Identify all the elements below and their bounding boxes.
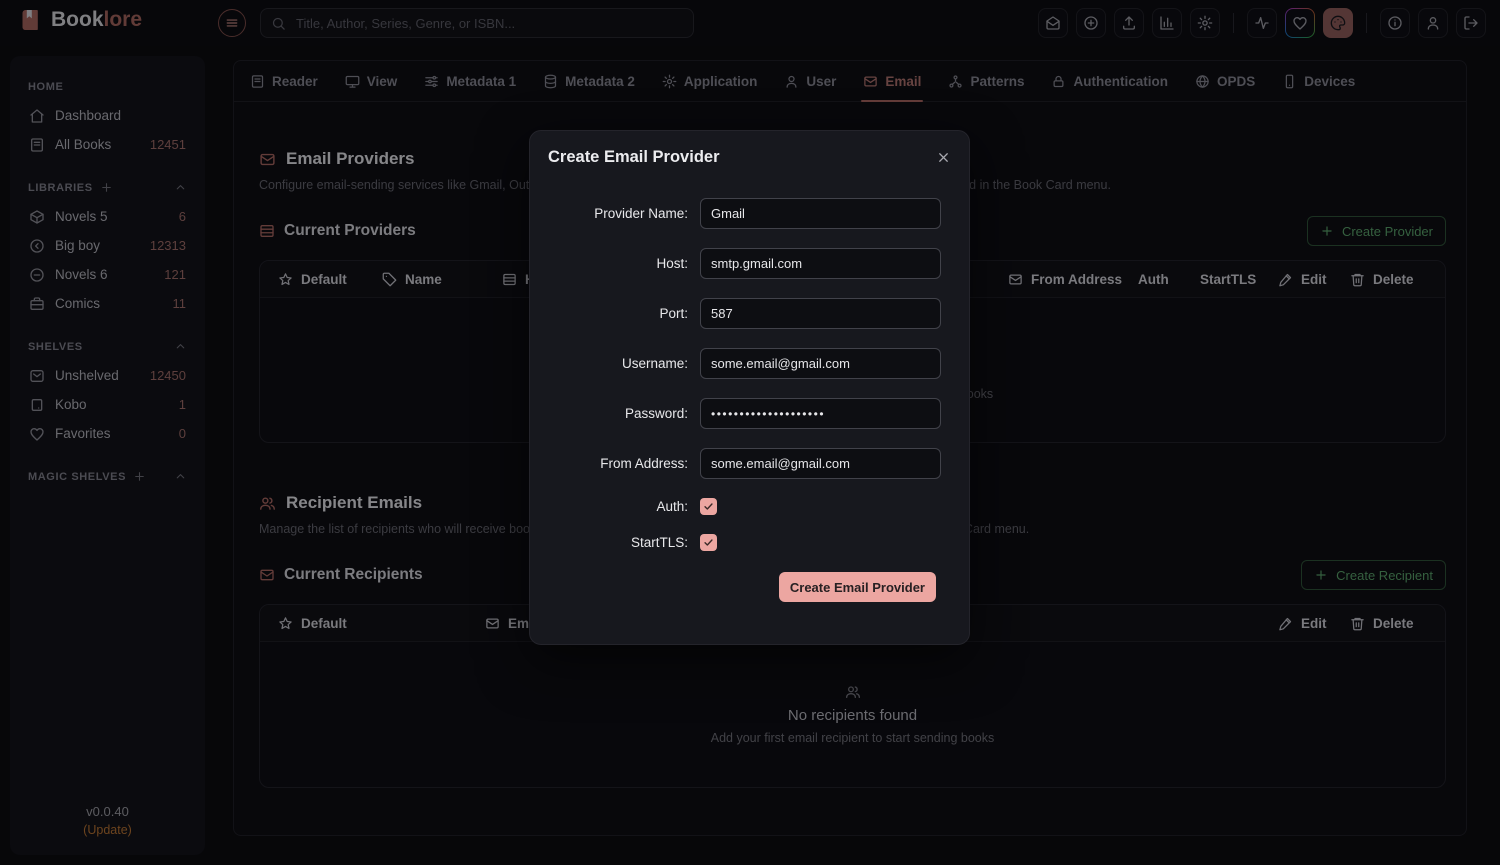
host-input[interactable] <box>700 248 941 279</box>
field-row-username: Username: <box>546 348 953 379</box>
field-label: Auth: <box>546 499 700 514</box>
field-label: Username: <box>546 356 700 371</box>
check-icon <box>703 501 714 512</box>
starttls-checkbox[interactable] <box>700 534 717 551</box>
provider-name-input[interactable] <box>700 198 941 229</box>
field-label: Password: <box>546 406 700 421</box>
field-row-password: Password: <box>546 398 953 429</box>
field-row-host: Host: <box>546 248 953 279</box>
field-label: Provider Name: <box>546 206 700 221</box>
field-row-starttls: StartTLS: <box>546 534 953 551</box>
field-label: Host: <box>546 256 700 271</box>
field-row-provider-name: Provider Name: <box>546 198 953 229</box>
field-label: From Address: <box>546 456 700 471</box>
from-address-input[interactable] <box>700 448 941 479</box>
create-email-provider-modal: Create Email Provider Provider Name: Host… <box>529 130 970 645</box>
field-row-auth: Auth: <box>546 498 953 515</box>
close-icon <box>936 150 951 165</box>
modal-title: Create Email Provider <box>548 148 720 167</box>
port-input[interactable] <box>700 298 941 329</box>
create-email-provider-submit-button[interactable]: Create Email Provider <box>779 572 936 602</box>
modal-header: Create Email Provider <box>546 147 953 167</box>
close-button[interactable] <box>933 147 953 167</box>
username-input[interactable] <box>700 348 941 379</box>
field-label: Port: <box>546 306 700 321</box>
field-label: StartTLS: <box>546 535 700 550</box>
check-icon <box>703 537 714 548</box>
field-row-from-address: From Address: <box>546 448 953 479</box>
auth-checkbox[interactable] <box>700 498 717 515</box>
field-row-port: Port: <box>546 298 953 329</box>
modal-form: Provider Name: Host: Port: Username: Passwor… <box>546 198 953 551</box>
password-input[interactable] <box>700 398 941 429</box>
